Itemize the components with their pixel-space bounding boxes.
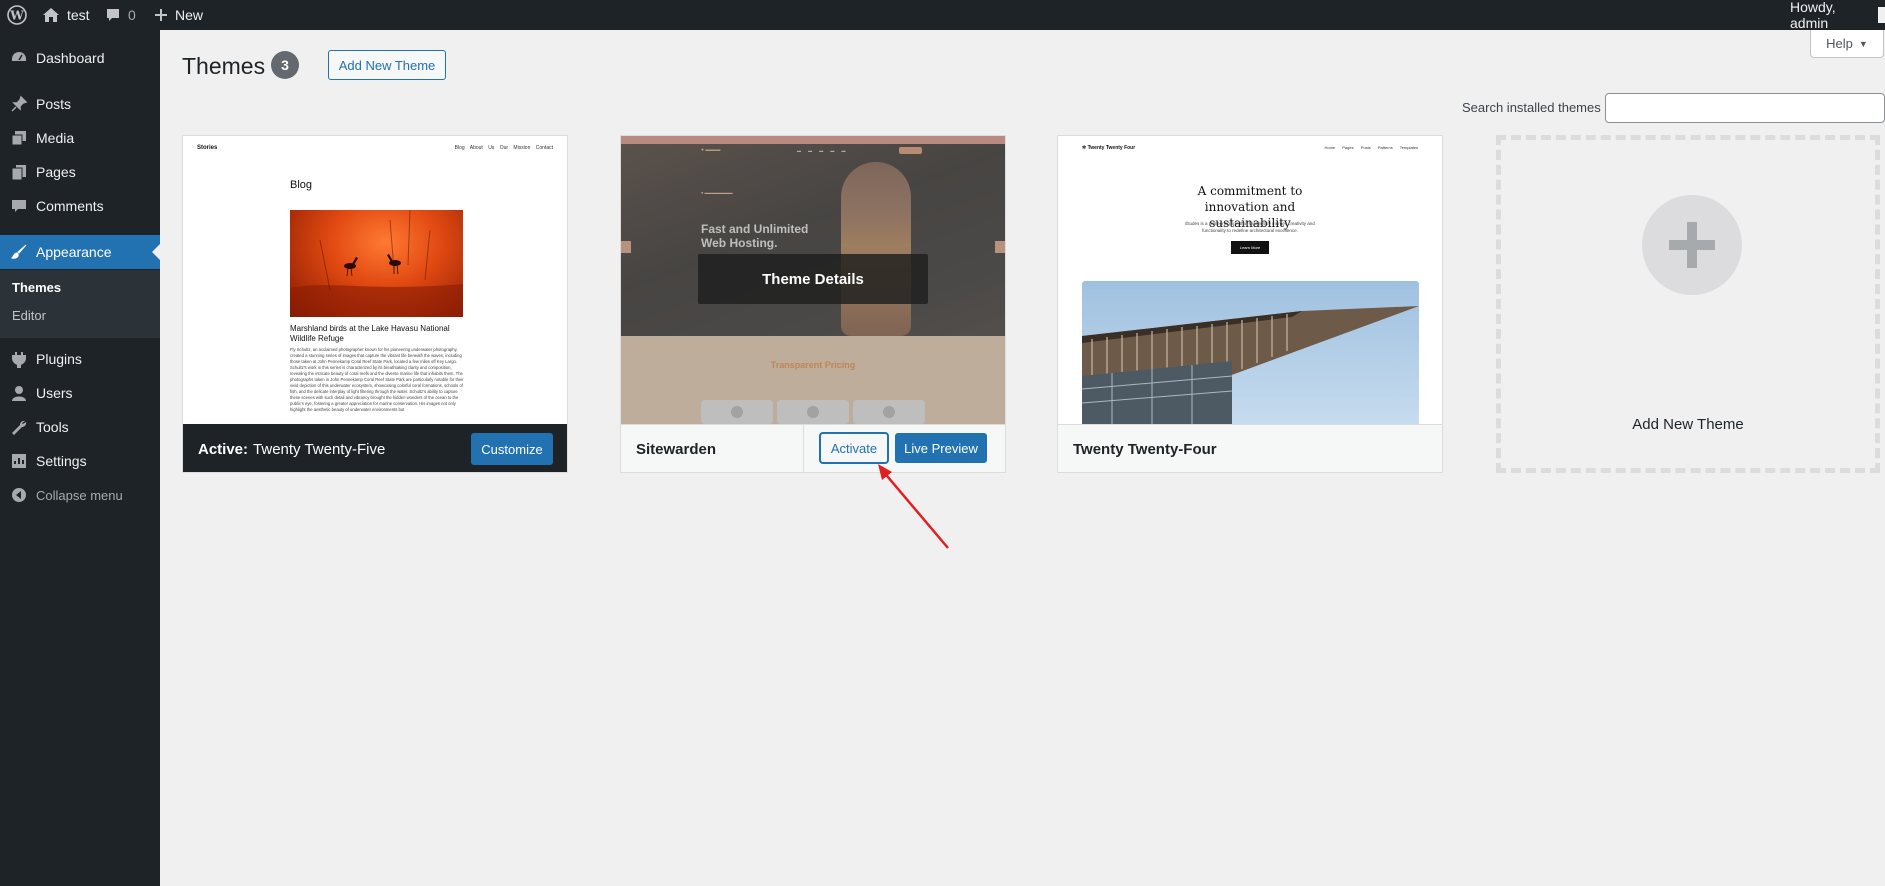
submenu-editor[interactable]: Editor: [12, 308, 46, 323]
theme-screenshot[interactable]: ● ▬▬▬ ▬ ▬ ▬ ▬ ▬ ● ▬▬▬▬▬▬▬ Fast and Unlim…: [621, 136, 1005, 424]
menu-tools[interactable]: Tools: [0, 410, 160, 444]
add-new-theme-tile[interactable]: Add New Theme: [1496, 135, 1880, 473]
theme-name-bar: Active: Twenty Twenty-Five Customize: [183, 424, 567, 472]
preview-nav: Blog About Us Our Mission Contact: [454, 145, 553, 151]
theme-screenshot[interactable]: Stories Blog About Us Our Mission Contac…: [183, 136, 567, 424]
preview-heading: Blog: [290, 179, 313, 191]
plus-icon: [155, 9, 167, 21]
site-name-link[interactable]: test: [42, 0, 90, 30]
media-icon: [9, 128, 29, 148]
menu-label: Pages: [36, 164, 76, 180]
menu-label: Media: [36, 130, 75, 146]
my-account-link[interactable]: Howdy, admin: [1790, 0, 1885, 31]
menu-label: Tools: [36, 419, 69, 435]
preview-caption: Marshland birds at the Lake Havasu Natio…: [290, 324, 450, 343]
add-new-theme-label: Add New Theme: [1632, 416, 1744, 433]
menu-label: Users: [36, 385, 73, 401]
howdy-text: Howdy, admin: [1790, 0, 1836, 31]
menu-media[interactable]: Media: [0, 121, 160, 155]
menu-comments[interactable]: Comments: [0, 189, 160, 223]
page-title: Themes: [182, 53, 266, 79]
home-icon: [43, 8, 59, 22]
pin-icon: [9, 94, 29, 114]
plugin-icon: [9, 349, 29, 369]
preview-button: Learn More: [1231, 241, 1269, 254]
menu-appearance[interactable]: Appearance: [0, 235, 160, 269]
theme-name-bar: Twenty Twenty-Four: [1058, 424, 1442, 472]
comment-icon: [107, 9, 119, 21]
brush-icon: [9, 242, 29, 262]
plus-icon: [1642, 195, 1742, 295]
theme-details-button[interactable]: Theme Details: [698, 254, 928, 304]
comments-count: 0: [128, 7, 136, 23]
preview-brand: Stories: [197, 145, 218, 151]
menu-dashboard[interactable]: Dashboard: [0, 41, 160, 75]
avatar: [1877, 7, 1885, 23]
wrench-icon: [9, 417, 29, 437]
theme-name-text: Twenty Twenty-Five: [253, 440, 386, 458]
svg-text:W: W: [9, 9, 24, 23]
dashboard-icon: [9, 48, 29, 68]
preview-nav: Home Pages Posts Patterns Templates: [1324, 145, 1418, 150]
settings-icon: [9, 451, 29, 471]
menu-settings[interactable]: Settings: [0, 444, 160, 478]
collapse-icon: [9, 485, 29, 505]
menu-label: Plugins: [36, 351, 82, 367]
new-label: New: [175, 7, 204, 23]
collapse-label: Collapse menu: [36, 487, 123, 503]
menu-posts[interactable]: Posts: [0, 87, 160, 121]
collapse-menu-button[interactable]: Collapse menu: [0, 478, 160, 512]
menu-label: Settings: [36, 453, 87, 469]
theme-name: Twenty Twenty-Four: [1073, 440, 1217, 458]
theme-card-twenty-twenty-five[interactable]: Stories Blog About Us Our Mission Contac…: [182, 135, 568, 473]
theme-screenshot[interactable]: ✲ Twenty Twenty Four Home Pages Posts Pa…: [1058, 136, 1442, 424]
menu-pages[interactable]: Pages: [0, 155, 160, 189]
menu-label: Appearance: [36, 244, 112, 260]
theme-count-badge: 3: [271, 51, 299, 79]
live-preview-button[interactable]: Live Preview: [895, 433, 987, 463]
wordpress-logo-icon[interactable]: W: [7, 0, 27, 30]
preview-body: Fly Schultz, an acclaimed photographer k…: [290, 347, 464, 412]
preview-image: [290, 209, 463, 317]
submenu-themes[interactable]: Themes: [12, 280, 61, 295]
appearance-submenu: Themes Editor: [0, 270, 160, 338]
customize-button[interactable]: Customize: [471, 433, 553, 465]
admin-sidebar: Dashboard Posts Media Pages Comments App…: [0, 30, 160, 886]
menu-label: Dashboard: [36, 50, 105, 66]
comments-link[interactable]: 0: [105, 0, 136, 30]
preview-brand: ✲ Twenty Twenty Four: [1082, 145, 1136, 151]
admin-bar: W test 0 New Howdy, admin: [0, 0, 1885, 31]
user-icon: [9, 383, 29, 403]
activate-button[interactable]: Activate: [820, 433, 888, 463]
search-label: Search installed themes: [1462, 100, 1601, 115]
add-new-theme-button[interactable]: Add New Theme: [328, 50, 446, 80]
theme-name: Active: Twenty Twenty-Five: [198, 425, 386, 472]
comment-icon: [9, 196, 29, 216]
active-prefix: Active:: [198, 440, 249, 458]
theme-card-twenty-twenty-four[interactable]: ✲ Twenty Twenty Four Home Pages Posts Pa…: [1057, 135, 1443, 473]
theme-name: Sitewarden: [636, 440, 717, 458]
search-themes-input[interactable]: [1605, 93, 1885, 123]
menu-label: Comments: [36, 198, 104, 214]
annotation-arrow-icon: [878, 464, 949, 549]
site-name: test: [67, 7, 90, 23]
menu-label: Posts: [36, 96, 72, 112]
theme-card-sitewarden[interactable]: ● ▬▬▬ ▬ ▬ ▬ ▬ ▬ ● ▬▬▬▬▬▬▬ Fast and Unlim…: [620, 135, 1006, 473]
new-content-link[interactable]: New: [154, 0, 203, 30]
menu-users[interactable]: Users: [0, 376, 160, 410]
preview-building-image: [1082, 281, 1419, 424]
pages-icon: [9, 162, 29, 182]
preview-body: Études is a pioneering firm that seamles…: [1185, 221, 1315, 233]
menu-plugins[interactable]: Plugins: [0, 342, 160, 376]
